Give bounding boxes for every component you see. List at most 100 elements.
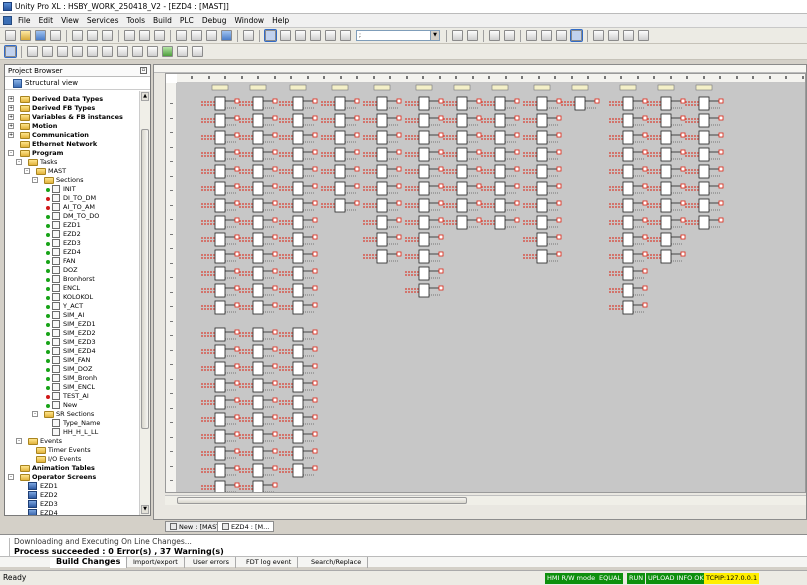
collapse-icon[interactable]: - [24, 168, 30, 174]
tree-item-di-to-dm[interactable]: DI_TO_DM [5, 194, 140, 203]
tree-item-ethernet-network[interactable]: Ethernet Network [5, 140, 140, 149]
print-icon[interactable] [50, 30, 61, 41]
invert-icon[interactable] [147, 46, 158, 57]
tab-user-errors[interactable]: User errors [187, 557, 237, 568]
build-changes-icon[interactable] [191, 30, 202, 41]
tree-item-i-o-events[interactable]: I/O Events [5, 455, 140, 464]
tree-item-ezd3[interactable]: EZD3 [5, 500, 140, 509]
tree-item-derived-data-types[interactable]: + Derived Data Types [5, 95, 140, 104]
help-icon[interactable] [638, 30, 649, 41]
tree-item-events[interactable]: - Events [5, 437, 140, 446]
monitor-icon[interactable] [504, 30, 515, 41]
chevron-down-icon[interactable]: ▼ [430, 31, 439, 40]
structural-view-header[interactable]: Structural view [5, 77, 150, 90]
tree-item-kolokol[interactable]: KOLOKOL [5, 293, 140, 302]
tree-item-sim-ezd3[interactable]: SIM_EZD3 [5, 338, 140, 347]
collapse-icon[interactable]: - [32, 411, 38, 417]
collapse-icon[interactable]: - [32, 177, 38, 183]
tree-item-sim-ezd2[interactable]: SIM_EZD2 [5, 329, 140, 338]
menu-help[interactable]: Help [268, 14, 293, 28]
tree-item-communication[interactable]: + Communication [5, 131, 140, 140]
fbd-editor[interactable] [165, 73, 806, 493]
ffb-icon[interactable] [27, 46, 38, 57]
edge-icon[interactable] [192, 46, 203, 57]
search-combo[interactable]: ; ▼ [356, 30, 440, 41]
tree-item-dm-to-do[interactable]: DM_TO_DO [5, 212, 140, 221]
tree-item-derived-fb-types[interactable]: + Derived FB Types [5, 104, 140, 113]
tree-item-sim-fan[interactable]: SIM_FAN [5, 356, 140, 365]
collapse-icon[interactable]: - [8, 474, 14, 480]
tab-search-replace[interactable]: Search/Replace [305, 557, 369, 568]
label-icon[interactable] [117, 46, 128, 57]
plc-icon[interactable] [452, 30, 463, 41]
menu-services[interactable]: Services [83, 14, 123, 28]
menu-edit[interactable]: Edit [35, 14, 58, 28]
tree-item-program[interactable]: - Program [5, 149, 140, 158]
scrollbar-thumb[interactable] [141, 129, 149, 429]
rebuild-all-icon[interactable] [206, 30, 217, 41]
fbd-diagram[interactable] [177, 83, 806, 493]
expand-icon[interactable]: + [8, 123, 14, 129]
tree-item-ezd3[interactable]: EZD3 [5, 239, 140, 248]
redo-icon[interactable] [139, 30, 150, 41]
tree-item-encl[interactable]: ENCL [5, 284, 140, 293]
tree-item-doz[interactable]: DOZ [5, 266, 140, 275]
tab-build-changes[interactable]: Build Changes [50, 557, 128, 568]
binoculars-icon[interactable] [340, 30, 351, 41]
simulator-icon[interactable] [489, 30, 500, 41]
expand-icon[interactable]: + [8, 114, 14, 120]
menu-window[interactable]: Window [230, 14, 268, 28]
tree-item-sim-encl[interactable]: SIM_ENCL [5, 383, 140, 392]
tree-item-ai-to-am[interactable]: AI_TO_AM [5, 203, 140, 212]
menu-plc[interactable]: PLC [176, 14, 198, 28]
tree-item-bronhorst[interactable]: Bronhorst [5, 275, 140, 284]
tree-item-y-act[interactable]: Y_ACT [5, 302, 140, 311]
menu-debug[interactable]: Debug [198, 14, 231, 28]
scroll-up-arrow-icon[interactable]: ▲ [141, 92, 149, 101]
negation-icon[interactable] [177, 46, 188, 57]
output-icon[interactable] [87, 46, 98, 57]
tree-item-tasks[interactable]: - Tasks [5, 158, 140, 167]
system-menu-icon[interactable] [3, 16, 12, 25]
input-icon[interactable] [72, 46, 83, 57]
tree-item-test-ai[interactable]: TEST_AI [5, 392, 140, 401]
tab-ezd4-mast[interactable]: EZD4 : [M... [217, 521, 275, 532]
tree-item-sr-sections[interactable]: - SR Sections [5, 410, 140, 419]
scroll-down-arrow-icon[interactable]: ▼ [141, 505, 149, 514]
plc-connect-icon[interactable] [221, 30, 232, 41]
collapse-icon[interactable]: - [16, 159, 22, 165]
tree-item-new[interactable]: New [5, 401, 140, 410]
tree-item-animation-tables[interactable]: Animation Tables [5, 464, 140, 473]
tree-item-sim-ai[interactable]: SIM_AI [5, 311, 140, 320]
tree-item-ezd1[interactable]: EZD1 [5, 221, 140, 230]
expand-icon[interactable]: + [8, 96, 14, 102]
tree-item-sim-doz[interactable]: SIM_DOZ [5, 365, 140, 374]
tree-item-operator-screens[interactable]: - Operator Screens [5, 473, 140, 482]
pin-icon[interactable]: ▫ [140, 67, 147, 74]
fbd-grid[interactable] [177, 83, 806, 493]
project-browser-toggle-icon[interactable] [264, 29, 277, 42]
run-icon[interactable] [556, 30, 567, 41]
grid-icon[interactable] [526, 30, 537, 41]
menu-build[interactable]: Build [149, 14, 176, 28]
expand-icon[interactable]: + [8, 132, 14, 138]
select-pointer-icon[interactable] [4, 45, 17, 58]
tree-item-fan[interactable]: FAN [5, 257, 140, 266]
types-library-icon[interactable] [295, 30, 306, 41]
data-editor-icon[interactable] [310, 30, 321, 41]
comment-icon[interactable] [57, 46, 68, 57]
tree-item-ezd4[interactable]: EZD4 [5, 248, 140, 257]
tab-fdt-log-event[interactable]: FDT log event [240, 557, 299, 568]
new-project-icon[interactable] [5, 30, 16, 41]
tree-item-ezd2[interactable]: EZD2 [5, 491, 140, 500]
project-browser-scrollbar[interactable]: ▲ ▼ [139, 91, 150, 515]
init-icon[interactable] [541, 30, 552, 41]
paste-icon[interactable] [102, 30, 113, 41]
expand-icon[interactable]: + [8, 105, 14, 111]
scrollbar-thumb[interactable] [177, 497, 467, 504]
tree-item-motion[interactable]: + Motion [5, 122, 140, 131]
tree-item-sim-ezd1[interactable]: SIM_EZD1 [5, 320, 140, 329]
cut-icon[interactable] [87, 30, 98, 41]
collapse-icon[interactable]: - [8, 150, 14, 156]
collapse-icon[interactable]: - [16, 438, 22, 444]
